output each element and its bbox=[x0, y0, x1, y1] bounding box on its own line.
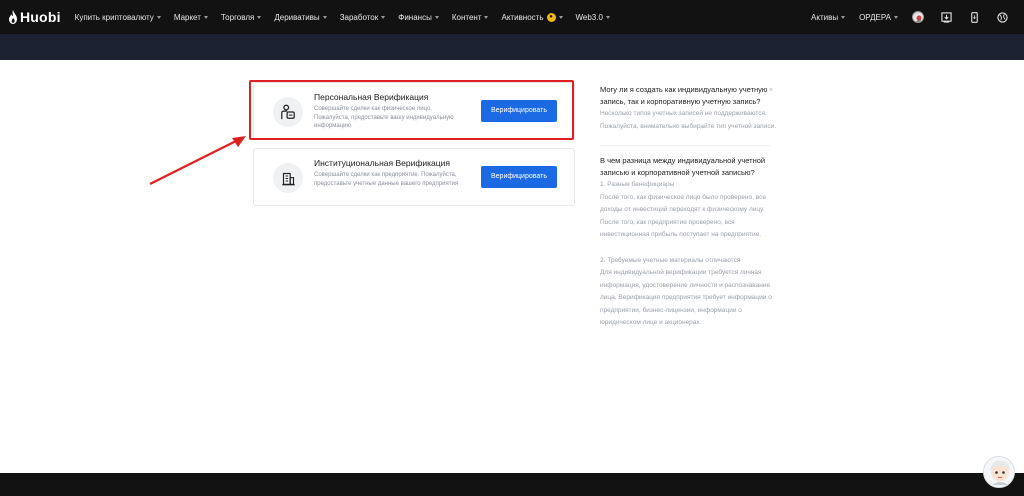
mobile-icon[interactable] bbox=[968, 11, 980, 23]
caret-down-icon bbox=[203, 15, 208, 19]
nav-web3[interactable]: Web3.0 bbox=[576, 13, 610, 22]
caret-down-icon bbox=[894, 15, 898, 19]
building-icon bbox=[273, 163, 303, 193]
faq-item: В чем разница между индивидуальной учетн… bbox=[600, 155, 778, 330]
caret-down-icon bbox=[558, 15, 563, 19]
nav-label: Контент bbox=[451, 12, 482, 22]
top-navigation: Huobi Купить криптовалюту Маркет Торговл… bbox=[0, 0, 1024, 34]
nav-label: Деривативы bbox=[274, 12, 320, 22]
nav-label: Купить криптовалюту bbox=[74, 12, 154, 22]
caret-down-icon bbox=[322, 15, 327, 19]
download-icon[interactable] bbox=[940, 11, 952, 23]
highlight-annotation-box bbox=[249, 80, 574, 140]
caret-down-icon bbox=[484, 15, 489, 19]
caret-down-icon bbox=[381, 15, 386, 19]
caret-down-icon bbox=[156, 15, 161, 19]
caret-down-icon bbox=[841, 15, 846, 19]
annotation-arrow-icon bbox=[149, 136, 246, 185]
nav-finance[interactable]: Финансы bbox=[398, 13, 439, 22]
nav-label: Маркет bbox=[173, 12, 201, 22]
divider bbox=[600, 145, 770, 146]
faq-item: Могу ли я создать как индивидуальную уче… bbox=[600, 84, 778, 133]
nav-label: Финансы bbox=[398, 12, 432, 22]
nav-label: Активность bbox=[501, 12, 544, 22]
faq-answer: Несколько типов учетных записей не подде… bbox=[600, 110, 777, 130]
nav-assets[interactable]: Активы bbox=[811, 12, 846, 22]
verify-institutional-button[interactable]: Верифицировать bbox=[481, 166, 557, 188]
nav-earn[interactable]: Заработок bbox=[340, 13, 386, 22]
nav-label: Торговля bbox=[220, 12, 255, 22]
flame-icon bbox=[9, 10, 17, 24]
nav-content[interactable]: Контент bbox=[452, 13, 489, 22]
coin-badge-icon: ● bbox=[546, 12, 556, 22]
huobi-logo[interactable]: Huobi bbox=[8, 0, 61, 34]
nav-buy-crypto[interactable]: Купить криптовалюту bbox=[75, 13, 161, 22]
faq-answer: 1. Разные бенефициары После того, как фи… bbox=[600, 181, 766, 238]
nav-activity[interactable]: Активность ● bbox=[501, 12, 563, 22]
avatar-face-icon bbox=[913, 13, 923, 22]
faq-question: Могу ли я создать как индивидуальную уче… bbox=[600, 85, 768, 106]
nav-label: Активы bbox=[811, 12, 839, 22]
faq-question: В чем разница между индивидуальной учетн… bbox=[600, 156, 766, 177]
logo-text: Huobi bbox=[20, 9, 61, 25]
nav-trade[interactable]: Торговля bbox=[220, 12, 262, 22]
caret-down-icon bbox=[434, 15, 439, 19]
card-title: Институциональная Верификация bbox=[314, 158, 450, 168]
footer-bar bbox=[0, 473, 1024, 496]
nav-market[interactable]: Маркет bbox=[174, 13, 208, 22]
secondary-header-bar bbox=[0, 34, 1024, 60]
close-icon[interactable]: × bbox=[769, 87, 773, 94]
nav-label: Web3.0 bbox=[575, 12, 603, 22]
nav-orders[interactable]: ОРДЕРА bbox=[859, 13, 898, 22]
nav-label: ОРДЕРА bbox=[859, 12, 891, 22]
user-avatar[interactable] bbox=[912, 11, 924, 23]
card-description: Совершайте сделки как предприятие. Пожал… bbox=[314, 172, 459, 187]
main-menu: Купить криптовалюту Маркет Торговля Дери… bbox=[75, 0, 623, 34]
caret-down-icon bbox=[257, 15, 262, 19]
nav-derivatives[interactable]: Деривативы bbox=[274, 12, 327, 22]
caret-down-icon bbox=[605, 15, 610, 19]
globe-icon[interactable] bbox=[996, 11, 1008, 23]
nav-label: Заработок bbox=[339, 12, 379, 22]
faq-panel: Могу ли я создать как индивидуальную уче… bbox=[600, 84, 778, 342]
faq-answer: 2. Требуемые учетные материалы отличаютс… bbox=[600, 256, 772, 327]
institutional-verification-card: Институциональная Верификация Совершайте… bbox=[253, 148, 575, 206]
nav-right: Активы ОРДЕРА bbox=[811, 0, 1024, 34]
support-chat-button[interactable] bbox=[983, 456, 1015, 488]
